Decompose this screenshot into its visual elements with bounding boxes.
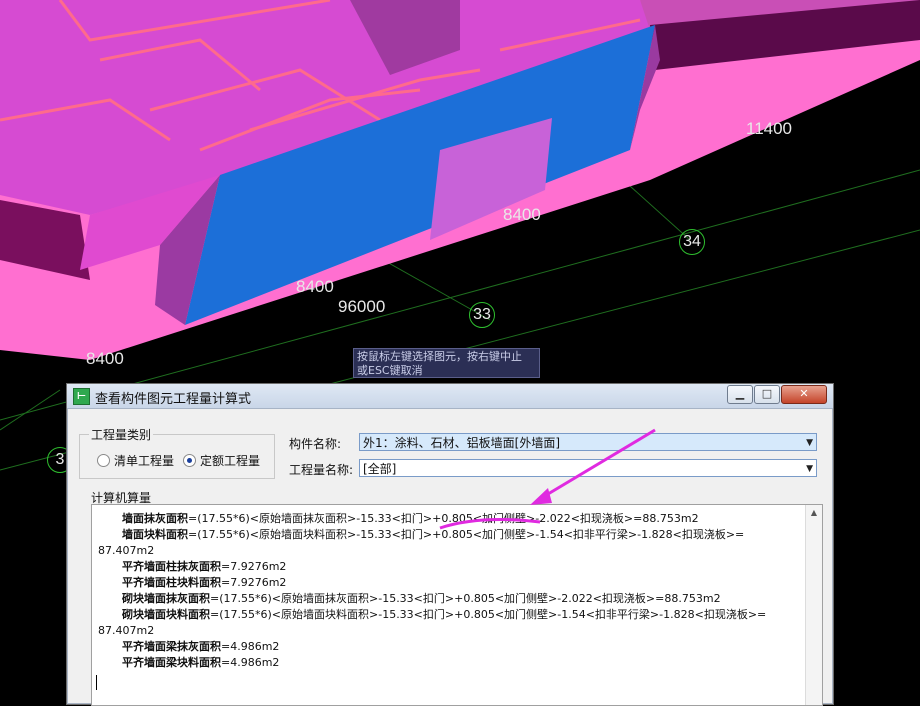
- axis-bubble: 34: [679, 229, 705, 255]
- chevron-down-icon: ▼: [806, 464, 813, 474]
- maximize-button[interactable]: □: [754, 385, 780, 404]
- dimension-label: 8400: [86, 349, 124, 368]
- dimension-label: 96000: [338, 297, 386, 316]
- minimize-button[interactable]: ▁: [727, 385, 753, 404]
- calc-line: 平齐墙面梁抹灰面积=4.986m2: [98, 639, 798, 655]
- tooltip-line: 按鼠标左键选择图元，按右键中止: [357, 350, 522, 363]
- calc-line-formula: =7.9276m2: [221, 576, 287, 589]
- calc-line-name: 平齐墙面柱抹灰面积: [122, 560, 221, 573]
- quantity-name-label: 工程量名称:: [289, 463, 354, 477]
- radio-label: 定额工程量: [200, 454, 261, 468]
- calc-line-formula: =(17.55*6)<原始墙面抹灰面积>-15.33<扣门>+0.805<加门侧…: [188, 512, 699, 525]
- calc-line: 墙面抹灰面积=(17.55*6)<原始墙面抹灰面积>-15.33<扣门>+0.8…: [98, 511, 798, 527]
- calc-line-formula: 87.407m2: [98, 544, 155, 557]
- status-tooltip: 按鼠标左键选择图元，按右键中止 或ESC键取消: [353, 348, 540, 378]
- dialog-title: 查看构件图元工程量计算式: [95, 392, 252, 407]
- calc-line-formula: 87.407m2: [98, 624, 155, 637]
- text-caret: [96, 675, 97, 690]
- dialog-titlebar[interactable]: ⊢ 查看构件图元工程量计算式 ▁ □ ✕: [67, 384, 833, 409]
- calc-line: 平齐墙面柱块料面积=7.9276m2: [98, 575, 798, 591]
- calc-line-name: 墙面块料面积: [122, 528, 188, 541]
- app-icon: ⊢: [73, 388, 90, 405]
- component-name-label: 构件名称:: [289, 437, 342, 451]
- calc-line-name: 平齐墙面梁抹灰面积: [122, 640, 221, 653]
- radio-unchecked-icon: [97, 454, 110, 467]
- quantity-name-value: [全部]: [363, 462, 397, 476]
- calc-line: 87.407m2: [98, 543, 798, 559]
- dimension-label: 8400: [296, 277, 334, 296]
- calc-line: 平齐墙面梁块料面积=4.986m2: [98, 655, 798, 671]
- radio-checked-icon: [183, 454, 196, 467]
- calc-line-formula: =4.986m2: [221, 640, 280, 653]
- vertical-scrollbar[interactable]: ▲: [805, 505, 822, 705]
- calc-line-name: 砌块墙面块料面积: [122, 608, 210, 621]
- calc-line-name: 墙面抹灰面积: [122, 512, 188, 525]
- chevron-down-icon: ▼: [806, 438, 813, 448]
- quantity-formula-dialog: ⊢ 查看构件图元工程量计算式 ▁ □ ✕ 工程量类别 清单工程量 定额工程量 构…: [66, 383, 834, 706]
- calc-line-formula: =(17.55*6)<原始墙面块料面积>-15.33<扣门>+0.805<加门侧…: [210, 608, 767, 621]
- radio-bill-quantity[interactable]: 清单工程量: [97, 452, 174, 469]
- calc-line-name: 平齐墙面柱块料面积: [122, 576, 221, 589]
- calc-lines: 墙面抹灰面积=(17.55*6)<原始墙面抹灰面积>-15.33<扣门>+0.8…: [98, 511, 798, 671]
- quantity-type-legend: 工程量类别: [89, 426, 154, 443]
- component-name-value: 外1：涂料、石材、铝板墙面[外墙面]: [363, 436, 560, 450]
- calc-line-formula: =(17.55*6)<原始墙面抹灰面积>-15.33<扣门>+0.805<加门侧…: [210, 592, 721, 605]
- scroll-up-icon[interactable]: ▲: [806, 505, 822, 521]
- axis-bubble: 33: [469, 302, 495, 328]
- dimension-label: 11400: [746, 119, 793, 138]
- dimension-label: 8400: [503, 205, 541, 224]
- grid-line: [0, 389, 61, 431]
- calc-line: 砌块墙面块料面积=(17.55*6)<原始墙面块料面积>-15.33<扣门>+0…: [98, 607, 798, 623]
- quantity-name-select[interactable]: [全部] ▼: [359, 459, 817, 477]
- radio-quota-quantity[interactable]: 定额工程量: [183, 452, 260, 469]
- calc-formula-textarea[interactable]: 墙面抹灰面积=(17.55*6)<原始墙面抹灰面积>-15.33<扣门>+0.8…: [91, 504, 823, 706]
- tooltip-line: 或ESC键取消: [357, 364, 423, 377]
- calc-line-name: 砌块墙面抹灰面积: [122, 592, 210, 605]
- calc-line-formula: =7.9276m2: [221, 560, 287, 573]
- calc-line-formula: =4.986m2: [221, 656, 280, 669]
- calc-line-name: 平齐墙面梁块料面积: [122, 656, 221, 669]
- calc-line: 87.407m2: [98, 623, 798, 639]
- calc-line: 平齐墙面柱抹灰面积=7.9276m2: [98, 559, 798, 575]
- radio-label: 清单工程量: [114, 454, 175, 468]
- close-button[interactable]: ✕: [781, 385, 827, 404]
- component-name-select[interactable]: 外1：涂料、石材、铝板墙面[外墙面] ▼: [359, 433, 817, 451]
- calc-line: 砌块墙面抹灰面积=(17.55*6)<原始墙面抹灰面积>-15.33<扣门>+0…: [98, 591, 798, 607]
- calc-line: 墙面块料面积=(17.55*6)<原始墙面块料面积>-15.33<扣门>+0.8…: [98, 527, 798, 543]
- calc-line-formula: =(17.55*6)<原始墙面块料面积>-15.33<扣门>+0.805<加门侧…: [188, 528, 745, 541]
